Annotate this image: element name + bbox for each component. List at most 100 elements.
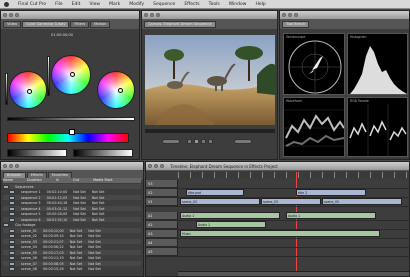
close-icon[interactable] [3,164,7,168]
item-name: scene_04 [21,245,37,249]
zoom-icon[interactable] [160,164,164,168]
list-item[interactable]: scene_04 00:00:06;22 Not Set Not Set [3,245,141,250]
column-media-start[interactable]: Media Start [93,178,113,183]
menu-modify[interactable]: Modify [129,2,144,7]
zoom-icon[interactable] [156,13,160,17]
list-item[interactable]: sequence 5 00:00:28;00 Not Set Not Set [3,212,141,217]
timeline-clip[interactable]: Audio 1 [286,212,376,219]
timeline-clip[interactable]: scene_05 [322,198,402,205]
timeline-clip[interactable]: scene_03 [261,198,321,205]
close-icon[interactable] [148,164,152,168]
sequence-icon [9,206,15,211]
clip-icon [9,245,15,249]
column-out[interactable]: Out [73,178,79,183]
menu-file[interactable]: File [55,2,63,7]
jog-control[interactable] [234,139,252,144]
list-item[interactable]: Clip footage [3,223,141,228]
tab-color-corrector[interactable]: Color Corrector 3-way [22,21,70,28]
close-icon[interactable] [144,13,148,17]
close-icon[interactable] [3,13,7,17]
menu-effects[interactable]: Effects [184,2,199,7]
rewind-button[interactable] [187,139,192,144]
timeline-clip[interactable]: scene_02 [180,198,260,205]
menu-app-name[interactable]: Final Cut Pro [18,2,46,7]
track-a4 [146,239,409,248]
saturation-bar-2[interactable] [73,149,133,157]
hue-spectrum-handle[interactable] [69,129,75,135]
browser-column-header: Name Duration In Out Media Start [3,178,141,183]
track-a5 [146,248,409,257]
tab-canvas-sequence[interactable]: Canvas: Elephant Dream Sequence [144,21,216,28]
zoom-icon[interactable] [15,13,19,17]
timeline-clip[interactable]: title.psd [186,189,244,196]
list-item[interactable]: scene_08 00:00:15;26 Not Set Not Set [3,267,141,272]
browser-list: Sequences sequence 1 00:02:10;00 Not Set No… [1,184,143,276]
menu-edit[interactable]: Edit [72,2,81,7]
timeline-clip[interactable]: Music [180,230,380,237]
column-duration[interactable]: Duration [27,178,42,183]
minimize-icon[interactable] [154,164,158,168]
zoom-icon[interactable] [294,13,298,17]
canvas-video-frame[interactable] [145,35,275,125]
saturation-bar[interactable] [7,149,67,157]
item-name: scene_06 [21,256,37,260]
timeline-clip[interactable]: Audio 2 [196,221,266,228]
tab-filters[interactable]: Filters [70,21,90,28]
item-duration: 00:00:09;14 [42,234,64,238]
tab-video[interactable]: Video [3,21,22,28]
minimize-icon[interactable] [288,13,292,17]
forward-button[interactable] [208,139,213,144]
timeline-clip[interactable]: title 2 [296,189,366,196]
whites-color-wheel[interactable] [97,71,135,109]
list-item[interactable]: sequence 3 00:00:44;18 Not Set Not Set [3,201,141,206]
apple-icon[interactable] [4,1,9,7]
list-item[interactable]: sequence 6 00:01:55;10 Not Set Not Set [3,217,141,222]
list-item[interactable]: sequence 2 00:01:12;05 Not Set Not Set [3,195,141,200]
rgb-parade-graph [349,104,407,156]
whites-balance-puck[interactable] [118,88,123,93]
mids-slider[interactable] [47,56,50,96]
tab-motion[interactable]: Motion [90,21,111,28]
list-item[interactable]: scene_06 00:00:11;19 Not Set Not Set [3,256,141,261]
play-button[interactable] [194,139,199,144]
menu-sequence[interactable]: Sequence [153,2,175,7]
stop-button[interactable] [201,139,206,144]
blacks-color-wheel[interactable] [9,71,47,109]
menu-view[interactable]: View [89,2,100,7]
list-item[interactable]: scene_02 00:00:09;14 Not Set Not Set [3,234,141,239]
list-item[interactable]: scene_01 00:00:12;00 Not Set Not Set [3,228,141,233]
timeline-clip[interactable]: Audio 1 [180,212,280,219]
item-in: Not Set [69,256,83,260]
list-item[interactable]: scene_05 00:00:17;03 Not Set Not Set [3,250,141,255]
mids-color-wheel[interactable] [51,55,91,95]
minimize-icon[interactable] [9,164,13,168]
blacks-slider[interactable] [5,73,8,105]
minimize-icon[interactable] [150,13,154,17]
hue-spectrum-bar[interactable] [7,133,129,143]
shuttle-control[interactable] [162,139,180,144]
mids-balance-puck[interactable] [70,72,75,77]
list-item[interactable]: scene_03 00:00:21;07 Not Set Not Set [3,239,141,244]
list-item[interactable]: sequence 1 00:02:10;00 Not Set Not Set [3,190,141,195]
zoom-icon[interactable] [15,164,19,168]
column-name[interactable]: Name [3,178,13,183]
blacks-balance-puck[interactable] [27,89,32,94]
column-in[interactable]: In [56,178,59,183]
tab-tool-bench[interactable]: Tool Bench [282,21,310,28]
menu-tools[interactable]: Tools [209,2,220,7]
item-name: scene_05 [21,250,37,255]
close-icon[interactable] [282,13,286,17]
timeline-ruler[interactable] [178,172,409,178]
menu-mark[interactable]: Mark [109,2,120,7]
minimize-icon[interactable] [9,13,13,17]
list-item[interactable]: sequence 4 00:03:01;12 Not Set Not Set [3,206,141,211]
menu-help[interactable]: Help [255,2,265,7]
list-item[interactable]: scene_07 00:00:08;05 Not Set Not Set [3,261,141,266]
menu-window[interactable]: Window [229,2,247,7]
vectorscope-graph [288,40,342,94]
timeline-scrollbar[interactable] [178,271,409,276]
item-in: Not Set [73,190,86,194]
list-item[interactable]: Sequences [3,184,141,189]
clip-icon [9,239,15,244]
sequence-icon [9,201,15,205]
